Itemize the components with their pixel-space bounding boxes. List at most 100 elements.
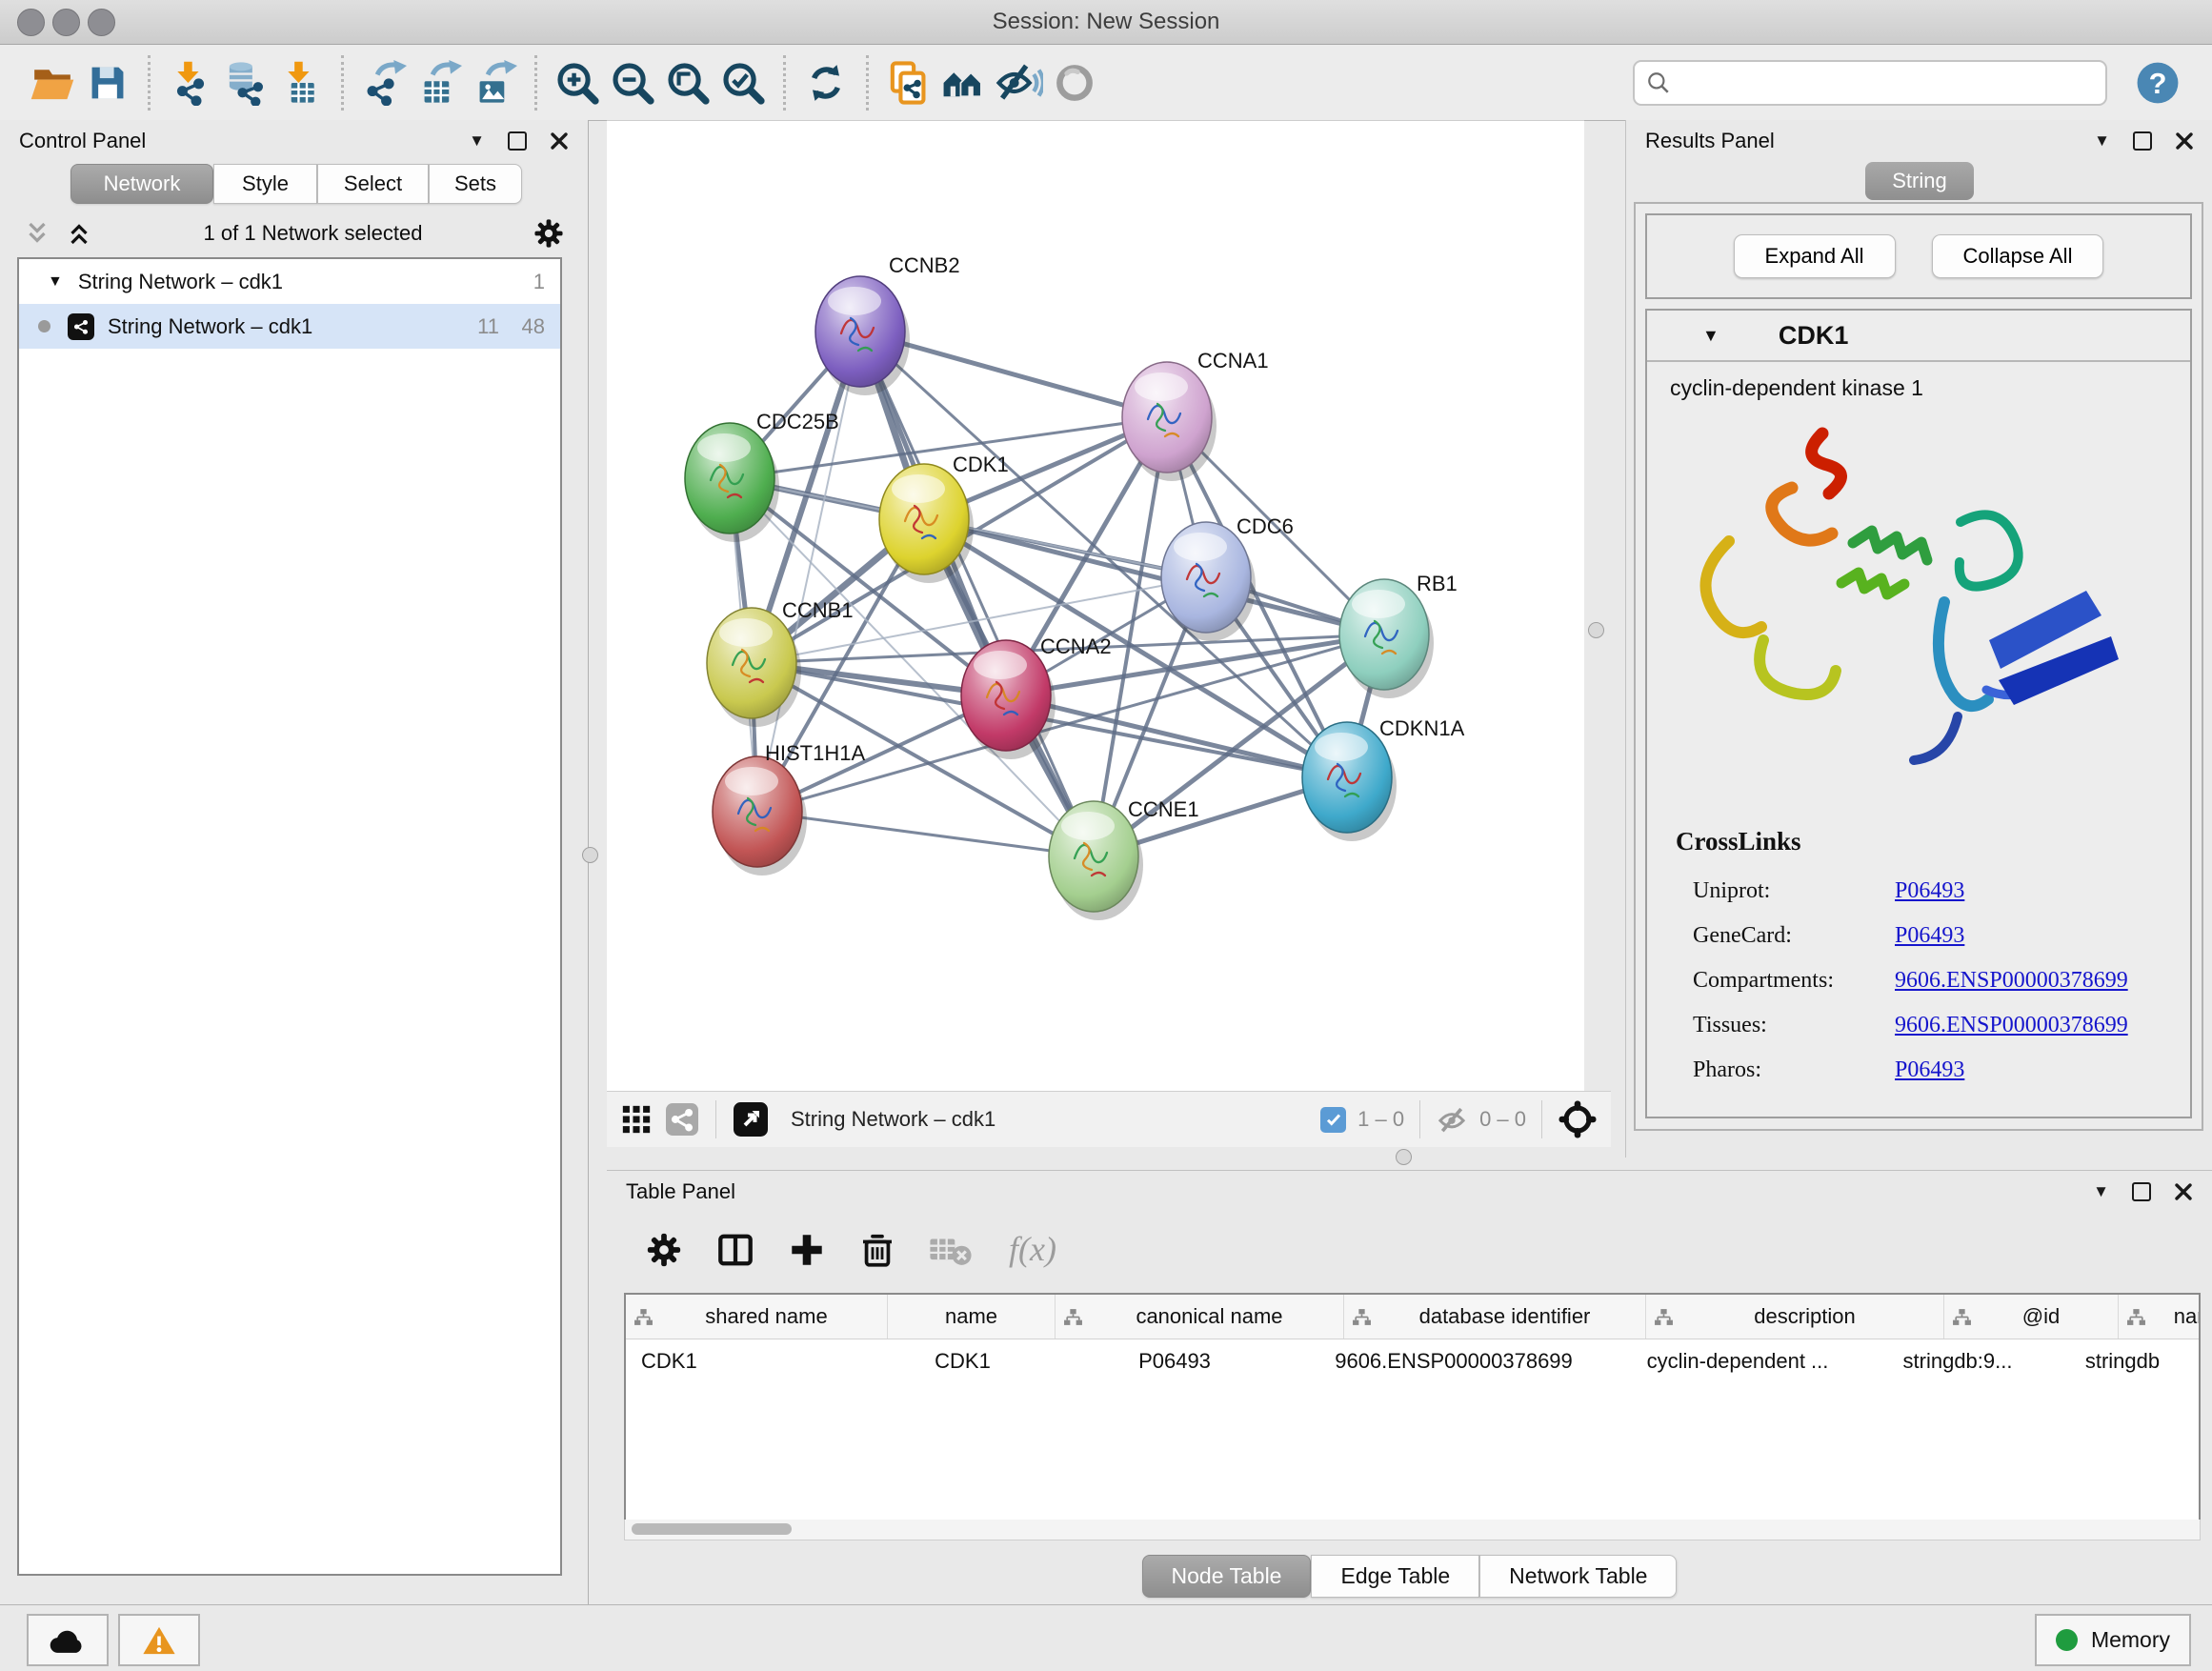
column-header-description[interactable]: description: [1646, 1295, 1944, 1339]
edge-CCNB2-CCNE1[interactable]: [860, 332, 1094, 856]
crosslink-link[interactable]: P06493: [1895, 1057, 1964, 1083]
selected-checkbox-icon[interactable]: [1320, 1107, 1346, 1133]
gene-section-header[interactable]: ▼ CDK1: [1647, 311, 2190, 362]
collapse-all-button[interactable]: Collapse All: [1932, 234, 2104, 278]
panel-close-icon[interactable]: [550, 131, 569, 151]
crosslink-link[interactable]: P06493: [1895, 878, 1964, 904]
column-header-name[interactable]: name: [888, 1295, 1056, 1339]
detach-view-icon[interactable]: [734, 1102, 768, 1137]
network-node-CDK1[interactable]: CDK1: [879, 453, 1009, 583]
show-columns-icon[interactable]: [715, 1231, 755, 1269]
crosslink-link[interactable]: 9606.ENSP00000378699: [1895, 1013, 2128, 1038]
collapse-all-chevron-icon[interactable]: [23, 219, 51, 248]
export-network-button[interactable]: [356, 53, 412, 112]
panel-menu-caret-icon[interactable]: ▼: [2094, 131, 2110, 151]
cell[interactable]: stringdb:9...: [1879, 1339, 2037, 1383]
export-table-button[interactable]: [412, 53, 467, 112]
table-settings-gear-icon[interactable]: [645, 1231, 683, 1269]
tab-node-table[interactable]: Node Table: [1142, 1555, 1312, 1598]
network-canvas[interactable]: CCNB2 CCNA1 CDC25B: [607, 120, 1584, 1092]
column-header-databaseidentifier[interactable]: database identifier: [1344, 1295, 1646, 1339]
save-session-button[interactable]: [80, 53, 135, 112]
cell[interactable]: CDK1: [887, 1339, 1038, 1383]
column-header-id[interactable]: @id: [1944, 1295, 2119, 1339]
zoom-in-button[interactable]: [550, 53, 605, 112]
network-node-CCNA2[interactable]: CCNA2: [961, 634, 1112, 759]
panel-float-icon[interactable]: [2132, 1182, 2151, 1201]
delete-column-trash-icon[interactable]: [858, 1231, 896, 1269]
show-all-button[interactable]: [1047, 53, 1102, 112]
edge-CCNB2-HIST1H1A[interactable]: [757, 332, 860, 812]
cloud-status-button[interactable]: [27, 1614, 109, 1666]
tab-sets[interactable]: Sets: [429, 164, 522, 204]
export-image-button[interactable]: [467, 53, 522, 112]
add-column-plus-icon[interactable]: [788, 1231, 826, 1269]
hide-selected-button[interactable]: [992, 53, 1047, 112]
network-node-CCNB2[interactable]: CCNB2: [815, 253, 960, 395]
panel-float-icon[interactable]: [508, 131, 527, 151]
zoom-selected-button[interactable]: [715, 53, 771, 112]
open-session-button[interactable]: [25, 53, 80, 112]
tree-expand-caret-icon[interactable]: ▼: [48, 273, 63, 291]
panel-menu-caret-icon[interactable]: ▼: [2093, 1182, 2109, 1201]
left-splitter-handle[interactable]: [582, 847, 598, 863]
cell[interactable]: P06493: [1038, 1339, 1311, 1383]
refresh-view-button[interactable]: [798, 53, 854, 112]
zoom-window-button[interactable]: [88, 9, 115, 36]
column-header-canonicalname[interactable]: canonical name: [1056, 1295, 1344, 1339]
cell[interactable]: cyclin-dependent ...: [1597, 1339, 1879, 1383]
right-splitter-handle[interactable]: [1588, 622, 1604, 638]
tab-string[interactable]: String: [1865, 162, 1974, 200]
network-row-selected[interactable]: String Network – cdk1 11 48: [19, 304, 560, 349]
crosslink-link[interactable]: 9606.ENSP00000378699: [1895, 968, 2128, 994]
tab-edge-table[interactable]: Edge Table: [1311, 1555, 1479, 1598]
panel-menu-caret-icon[interactable]: ▼: [469, 131, 485, 151]
tab-select[interactable]: Select: [317, 164, 429, 204]
zoom-fit-button[interactable]: [660, 53, 715, 112]
column-header-sharedname[interactable]: shared name: [626, 1295, 888, 1339]
minimize-window-button[interactable]: [52, 9, 80, 36]
network-node-CDKN1A[interactable]: CDKN1A: [1302, 716, 1465, 841]
network-node-RB1[interactable]: RB1: [1339, 572, 1458, 698]
tab-network[interactable]: Network: [70, 164, 213, 204]
network-node-CCNA1[interactable]: CCNA1: [1122, 349, 1269, 481]
edge-CCNE1-HIST1H1A[interactable]: [757, 812, 1094, 856]
network-node-CCNE1[interactable]: CCNE1: [1049, 797, 1199, 920]
memory-button[interactable]: Memory: [2035, 1614, 2191, 1666]
table-row[interactable]: CDK1CDK1P064939606.ENSP00000378699cyclin…: [626, 1339, 2199, 1383]
column-header-namespac[interactable]: namespac: [2119, 1295, 2201, 1339]
import-network-file-button[interactable]: [163, 53, 218, 112]
close-window-button[interactable]: [17, 9, 45, 36]
panel-close-icon[interactable]: [2174, 1182, 2193, 1201]
birdseye-view-icon[interactable]: [620, 1103, 653, 1136]
horizontal-splitter-handle[interactable]: [1396, 1149, 1412, 1165]
help-button[interactable]: ?: [2130, 53, 2185, 112]
cell[interactable]: CDK1: [626, 1339, 887, 1383]
import-network-database-button[interactable]: [218, 53, 273, 112]
import-table-file-button[interactable]: [273, 53, 329, 112]
network-node-HIST1H1A[interactable]: HIST1H1A: [713, 741, 865, 876]
panel-float-icon[interactable]: [2133, 131, 2152, 151]
string-home-button[interactable]: [936, 53, 992, 112]
table-horizontal-scrollbar[interactable]: [624, 1520, 2201, 1540]
section-collapse-caret-icon[interactable]: ▼: [1702, 326, 1719, 346]
gear-icon[interactable]: [533, 217, 565, 250]
network-node-CDC6[interactable]: CDC6: [1161, 514, 1294, 641]
warnings-button[interactable]: [118, 1614, 200, 1666]
graphics-details-icon[interactable]: [666, 1103, 698, 1136]
crosshair-icon[interactable]: [1558, 1099, 1598, 1139]
zoom-out-button[interactable]: [605, 53, 660, 112]
search-input[interactable]: [1671, 70, 2094, 96]
network-node-CDC25B[interactable]: CDC25B: [685, 410, 839, 542]
network-collection-row[interactable]: ▼ String Network – cdk1 1: [19, 259, 560, 304]
crosslink-link[interactable]: P06493: [1895, 923, 1964, 949]
network-graph[interactable]: CCNB2 CCNA1 CDC25B: [607, 121, 1584, 1092]
tab-network-table[interactable]: Network Table: [1479, 1555, 1677, 1598]
expand-all-button[interactable]: Expand All: [1734, 234, 1896, 278]
tab-style[interactable]: Style: [213, 164, 317, 204]
panel-close-icon[interactable]: [2175, 131, 2194, 151]
scrollbar-thumb[interactable]: [632, 1523, 792, 1535]
clone-network-button[interactable]: [881, 53, 936, 112]
cell[interactable]: stringdb: [2037, 1339, 2201, 1383]
expand-all-chevron-icon[interactable]: [65, 219, 93, 248]
